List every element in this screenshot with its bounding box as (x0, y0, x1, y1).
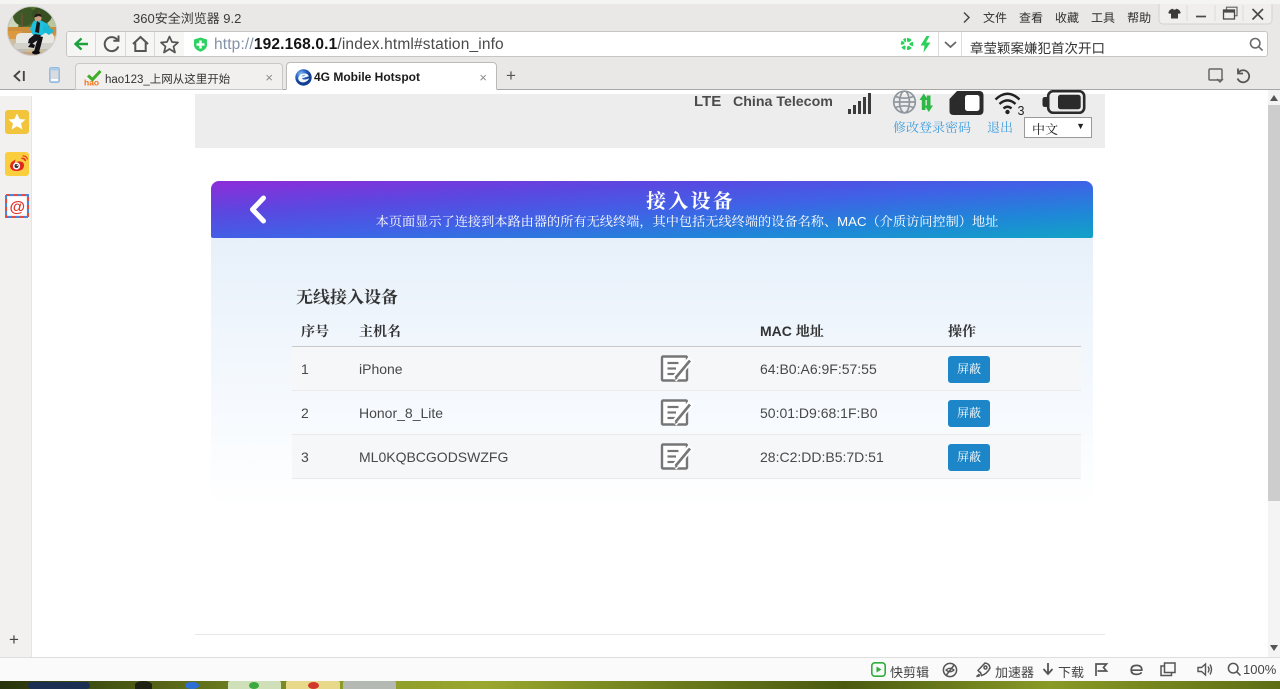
svg-text:3: 3 (1018, 104, 1025, 116)
svg-text:@: @ (10, 199, 26, 216)
svg-text:hao: hao (84, 78, 99, 88)
